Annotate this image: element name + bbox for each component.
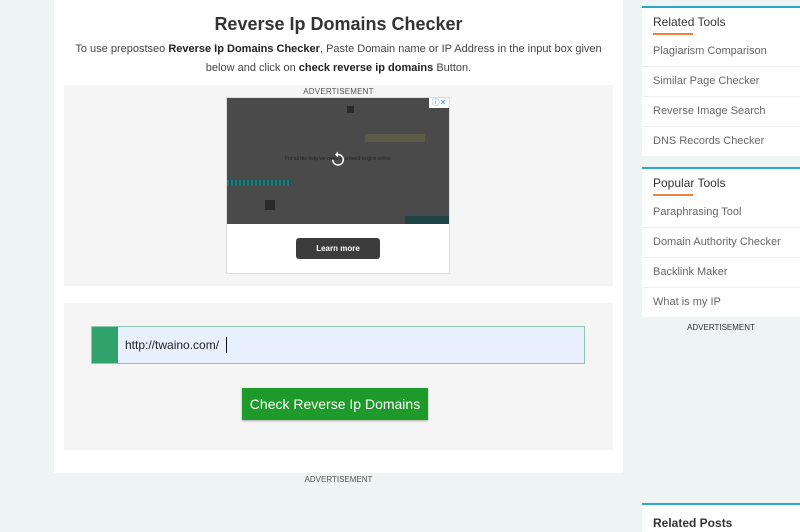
sidebar-link[interactable]: Domain Authority Checker (642, 227, 800, 257)
intro-part-3: Button. (433, 62, 472, 74)
sidebar-link[interactable]: Plagiarism Comparison (642, 37, 800, 66)
sidebar-link[interactable]: DNS Records Checker (642, 126, 800, 156)
related-tools-title: Related Tools (653, 15, 726, 29)
sidebar-link[interactable]: Paraphrasing Tool (642, 198, 800, 227)
title-underline (653, 194, 693, 196)
sidebar-link[interactable]: Backlink Maker (642, 257, 800, 287)
intro-button-ref: check reverse ip domains (298, 62, 434, 74)
input-prefix (92, 327, 118, 363)
intro-tool-name: Reverse Ip Domains Checker (168, 43, 320, 55)
bottom-ad-label: ADVERTISEMENT (304, 475, 373, 484)
popular-tools-card: Popular Tools Paraphrasing Tool Domain A… (642, 167, 800, 317)
related-posts-title: Related Posts (653, 516, 733, 530)
related-posts-card: Related Posts (642, 503, 800, 532)
url-input[interactable] (119, 327, 595, 363)
ad-shape (405, 216, 449, 224)
learn-more-button[interactable]: Learn more (296, 238, 380, 259)
ad-shape (365, 134, 425, 142)
ad-label: ADVERTISEMENT (303, 87, 374, 96)
popular-tools-title: Popular Tools (653, 176, 726, 190)
related-tools-list: Plagiarism Comparison Similar Page Check… (642, 37, 800, 156)
sidebar-link[interactable]: Reverse Image Search (642, 96, 800, 126)
main-card: Reverse Ip Domains Checker To use prepos… (54, 0, 623, 473)
check-reverse-ip-button[interactable]: Check Reverse Ip Domains (242, 388, 428, 420)
ad-frame[interactable]: For all the help we need in a need to gi… (226, 97, 450, 274)
intro-part-1: To use prepostseo (75, 43, 169, 55)
sidebar-link[interactable]: Similar Page Checker (642, 66, 800, 96)
tool-box: Check Reverse Ip Domains (64, 303, 613, 450)
url-input-wrapper (91, 326, 595, 364)
ad-video[interactable]: For all the help we need in a need to gi… (227, 98, 449, 224)
related-tools-card: Related Tools Plagiarism Comparison Simi… (642, 6, 800, 156)
popular-tools-list: Paraphrasing Tool Domain Authority Check… (642, 198, 800, 317)
title-underline (653, 33, 693, 35)
advertisement-box: ADVERTISEMENT For all the help we need i… (64, 85, 613, 286)
ad-shape (227, 180, 291, 186)
sidebar-ad-label: ADVERTISEMENT (687, 323, 755, 332)
text-caret (226, 337, 227, 353)
ad-shape (265, 200, 275, 210)
bottom-ad-area (54, 486, 623, 530)
page-title: Reverse Ip Domains Checker (214, 14, 463, 34)
ad-shape (347, 106, 354, 113)
replay-icon[interactable] (329, 150, 347, 168)
ad-choices-icon[interactable]: ⓘ✕ (429, 98, 449, 108)
intro-text: To use prepostseo Reverse Ip Domains Che… (64, 40, 613, 78)
sidebar-link[interactable]: What is my IP (642, 287, 800, 317)
